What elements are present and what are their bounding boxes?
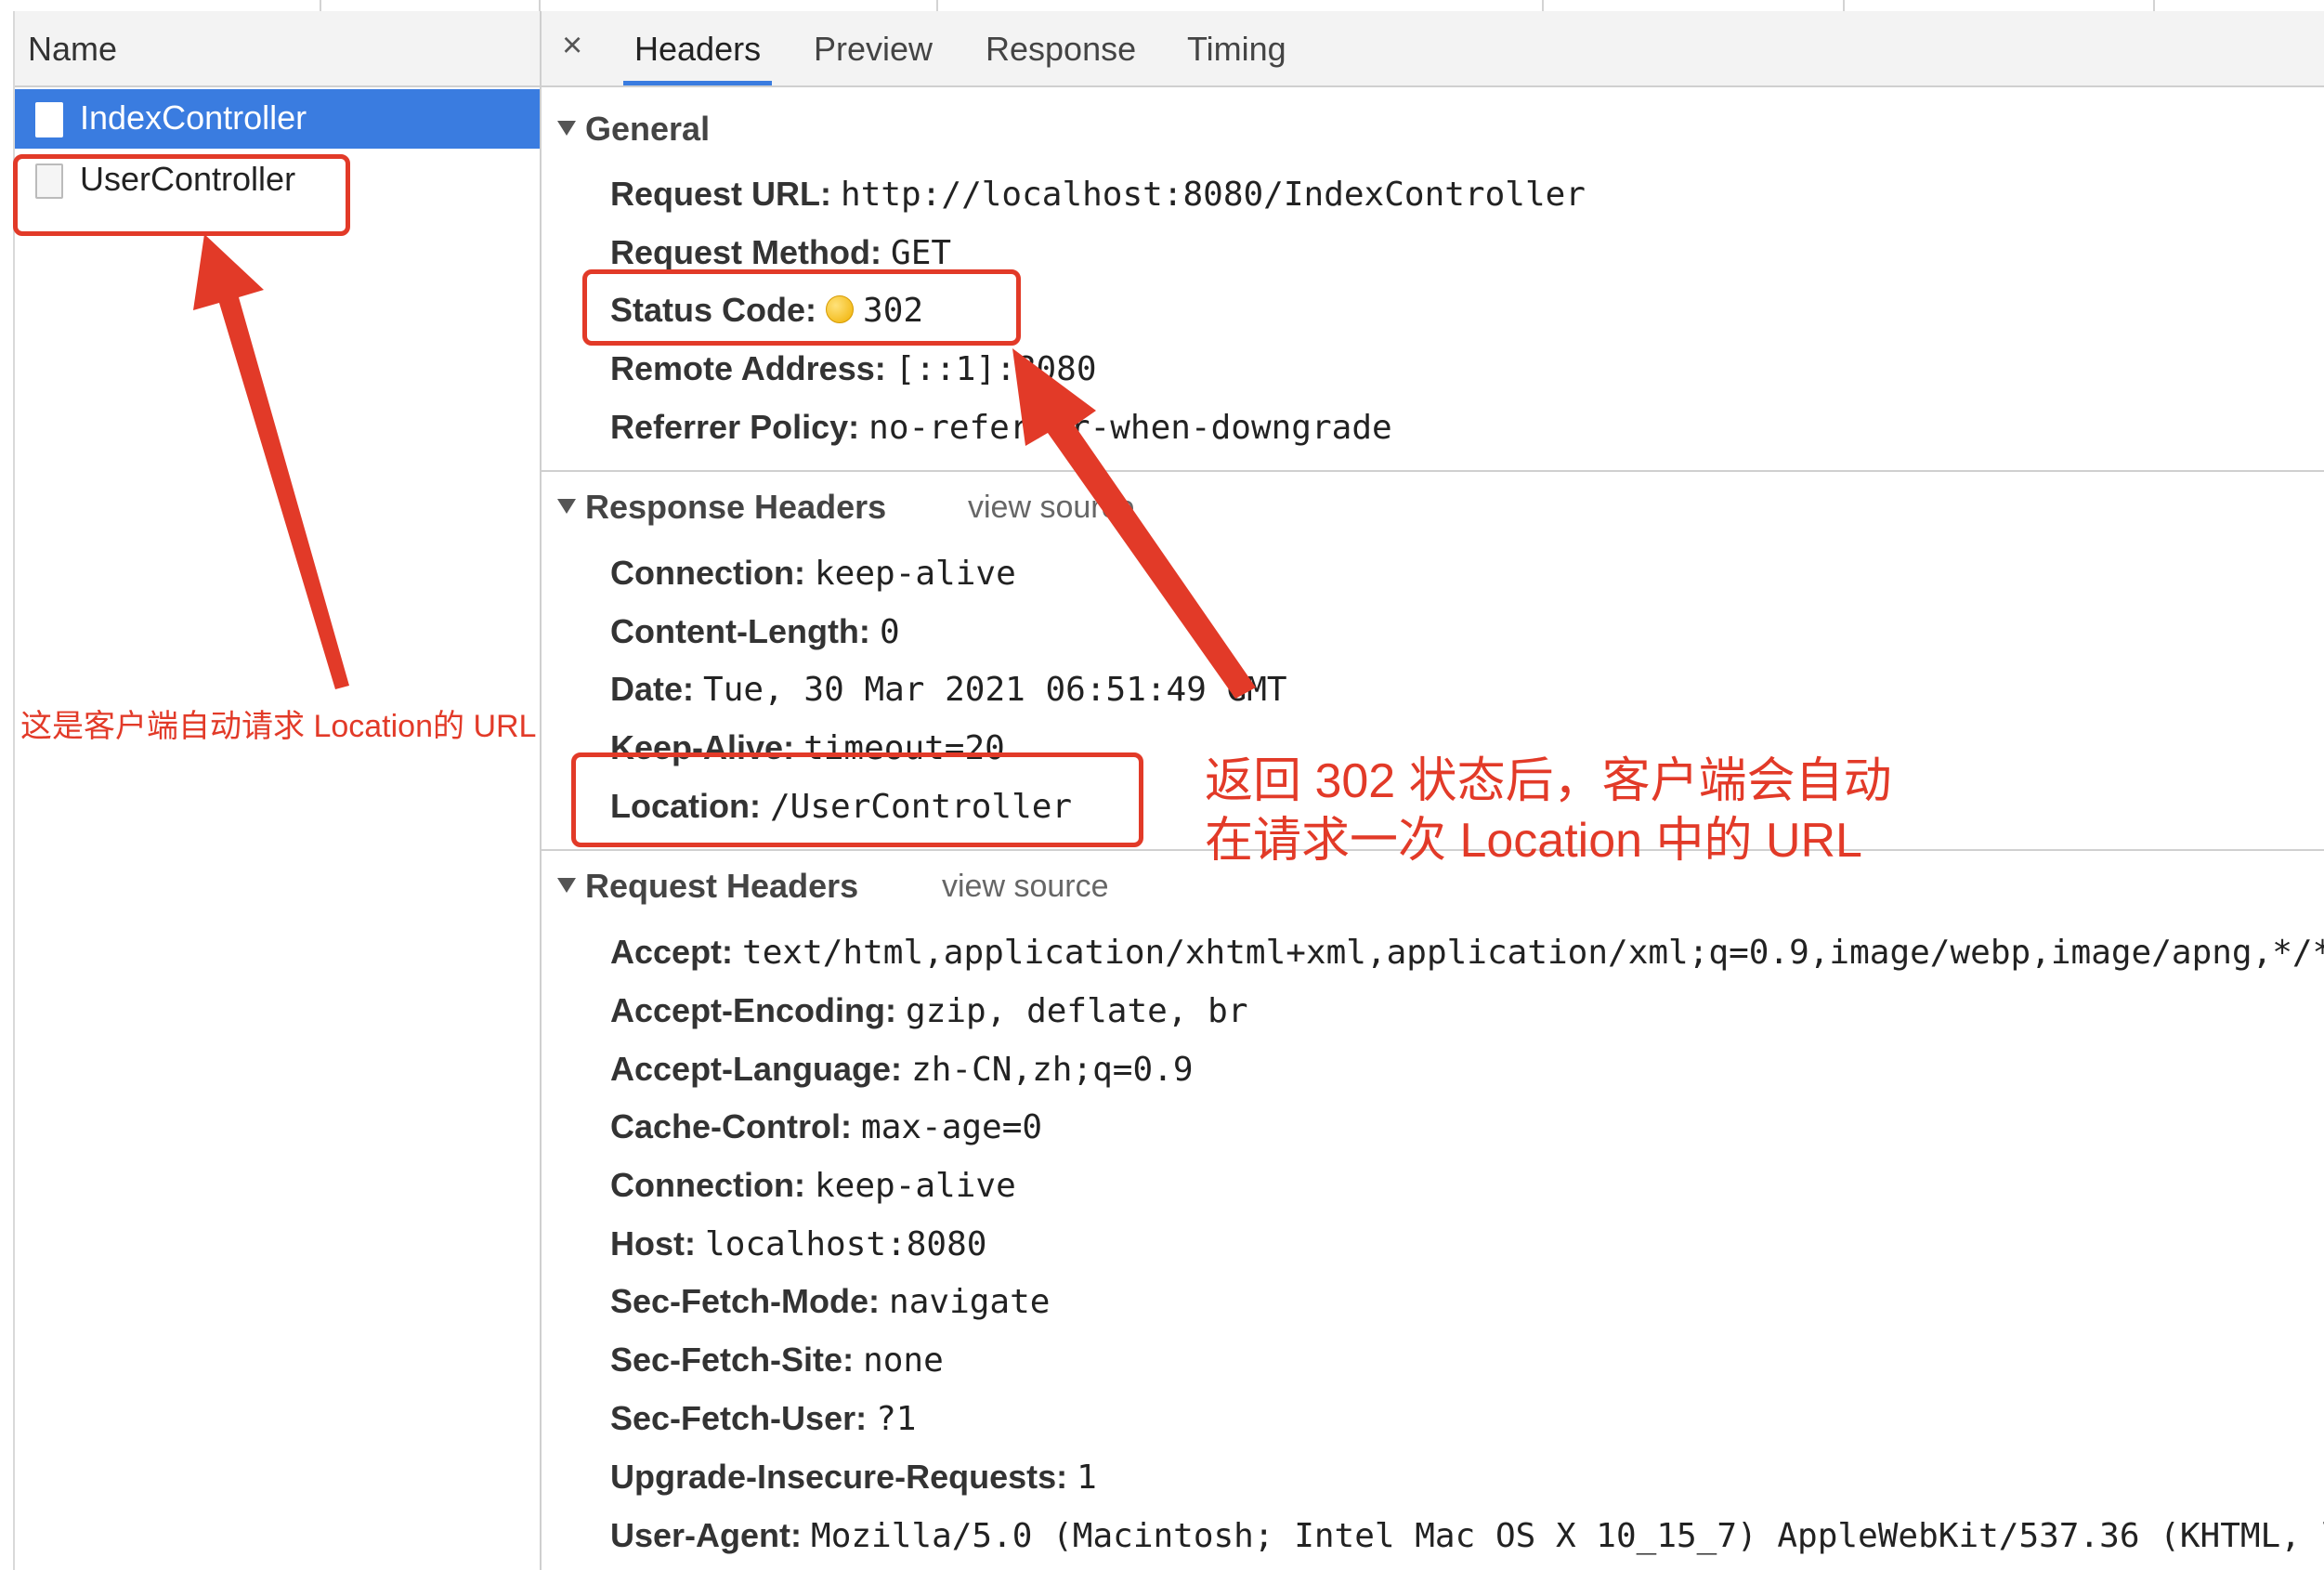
annotation-arrows [193,234,1256,699]
arrow-to-usercontroller [193,234,349,689]
left-annotation-text: 这是客户端自动请求 Location的 URL [20,709,537,744]
right-annotation-line2: 在请求一次 Location 中的 URL [1205,814,1862,868]
arrow-to-status-code [1012,348,1256,699]
